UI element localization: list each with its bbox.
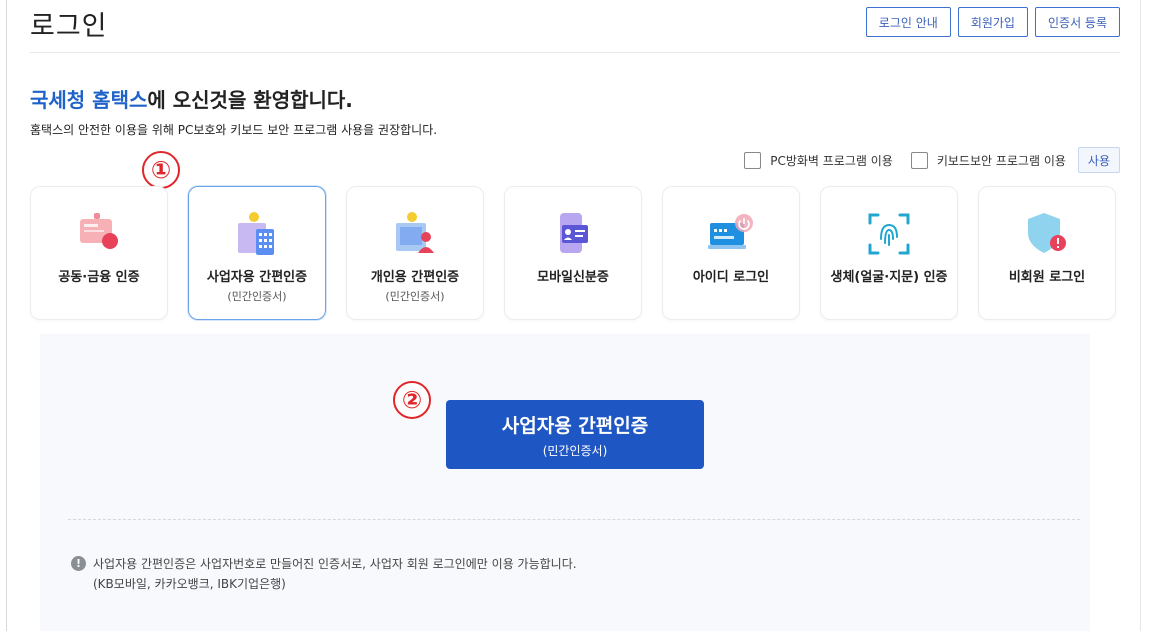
card-sublabel: (민간인증서)	[227, 290, 287, 303]
annotation-marker-1: ①	[142, 151, 180, 189]
card-label: 아이디 로그인	[692, 270, 770, 285]
firewall-option-label: PC방화벽 프로그램 이용	[770, 153, 893, 168]
info-line-2: (KB모바일, 카카오뱅크, IBK기업은행)	[93, 577, 286, 591]
panel-divider	[68, 519, 1080, 520]
security-options: PC방화벽 프로그램 이용 키보드보안 프로그램 이용 사용	[744, 147, 1120, 173]
business-auth-icon	[238, 212, 274, 255]
fingerprint-icon	[868, 213, 910, 255]
login-guide-button[interactable]: 로그인 안내	[865, 7, 951, 37]
welcome-heading: 국세청 홈택스에 오신것을 환영합니다.	[30, 84, 353, 113]
use-button[interactable]: 사용	[1077, 147, 1120, 173]
info-line-1: 사업자용 간편인증은 사업자번호로 만들어진 인증서로, 사업자 회원 로그인에…	[93, 557, 577, 571]
title-divider	[30, 52, 1120, 53]
card-label: 공동·금융 인증	[58, 270, 140, 285]
welcome-rest: 에 오신것을 환영합니다.	[147, 88, 353, 112]
card-label: 생체(얼굴·지문) 인증	[830, 270, 948, 285]
signup-button[interactable]: 회원가입	[957, 7, 1028, 37]
info-icon: !	[71, 556, 86, 571]
window-right-border	[1140, 0, 1141, 631]
main-button-title: 사업자용 간편인증	[501, 414, 649, 437]
window-left-border	[6, 0, 7, 631]
mobile-id-icon	[560, 213, 588, 253]
card-id-login[interactable]: 아이디 로그인	[662, 186, 800, 320]
info-notice: 사업자용 간편인증은 사업자번호로 만들어진 인증서로, 사업자 회원 로그인에…	[93, 554, 577, 594]
annotation-marker-2: ②	[393, 381, 431, 419]
firewall-checkbox[interactable]	[744, 151, 762, 169]
card-personal-simple-auth[interactable]: 개인용 간편인증 (민간인증서)	[346, 186, 484, 320]
welcome-accent: 국세청 홈택스	[30, 88, 148, 112]
card-biometric-auth[interactable]: 생체(얼굴·지문) 인증	[820, 186, 958, 320]
card-sublabel: (민간인증서)	[385, 290, 445, 303]
main-button-subtitle: (민간인증서)	[542, 443, 608, 458]
personal-auth-icon	[396, 212, 434, 253]
security-recommendation-text: 홈택스의 안전한 이용을 위해 PC보호와 키보드 보안 프로그램 사용을 권장…	[30, 123, 438, 137]
card-non-member-login[interactable]: 비회원 로그인	[978, 186, 1116, 320]
id-login-icon	[708, 214, 753, 249]
business-simple-auth-button[interactable]: 사업자용 간편인증 (민간인증서)	[446, 400, 704, 469]
card-label: 모바일신분증	[537, 270, 609, 285]
page-title: 로그인	[30, 11, 108, 42]
login-method-cards: 공동·금융 인증 사업자용 간편인증 (민간인증서) 개인용 간편인증 (민간인…	[30, 186, 1116, 320]
card-business-simple-auth[interactable]: 사업자용 간편인증 (민간인증서)	[188, 186, 326, 320]
card-joint-financial-cert[interactable]: 공동·금융 인증	[30, 186, 168, 320]
register-certificate-button[interactable]: 인증서 등록	[1034, 7, 1120, 37]
certificate-icon	[80, 213, 118, 249]
card-label: 사업자용 간편인증	[206, 270, 308, 285]
keyboard-security-checkbox[interactable]	[910, 151, 928, 169]
keyboard-security-option-label: 키보드보안 프로그램 이용	[936, 153, 1066, 168]
top-button-group: 로그인 안내 회원가입 인증서 등록	[865, 7, 1120, 37]
card-mobile-id[interactable]: 모바일신분증	[504, 186, 642, 320]
card-label: 개인용 간편인증	[370, 270, 460, 285]
shield-icon	[1028, 213, 1066, 253]
card-label: 비회원 로그인	[1008, 270, 1086, 285]
